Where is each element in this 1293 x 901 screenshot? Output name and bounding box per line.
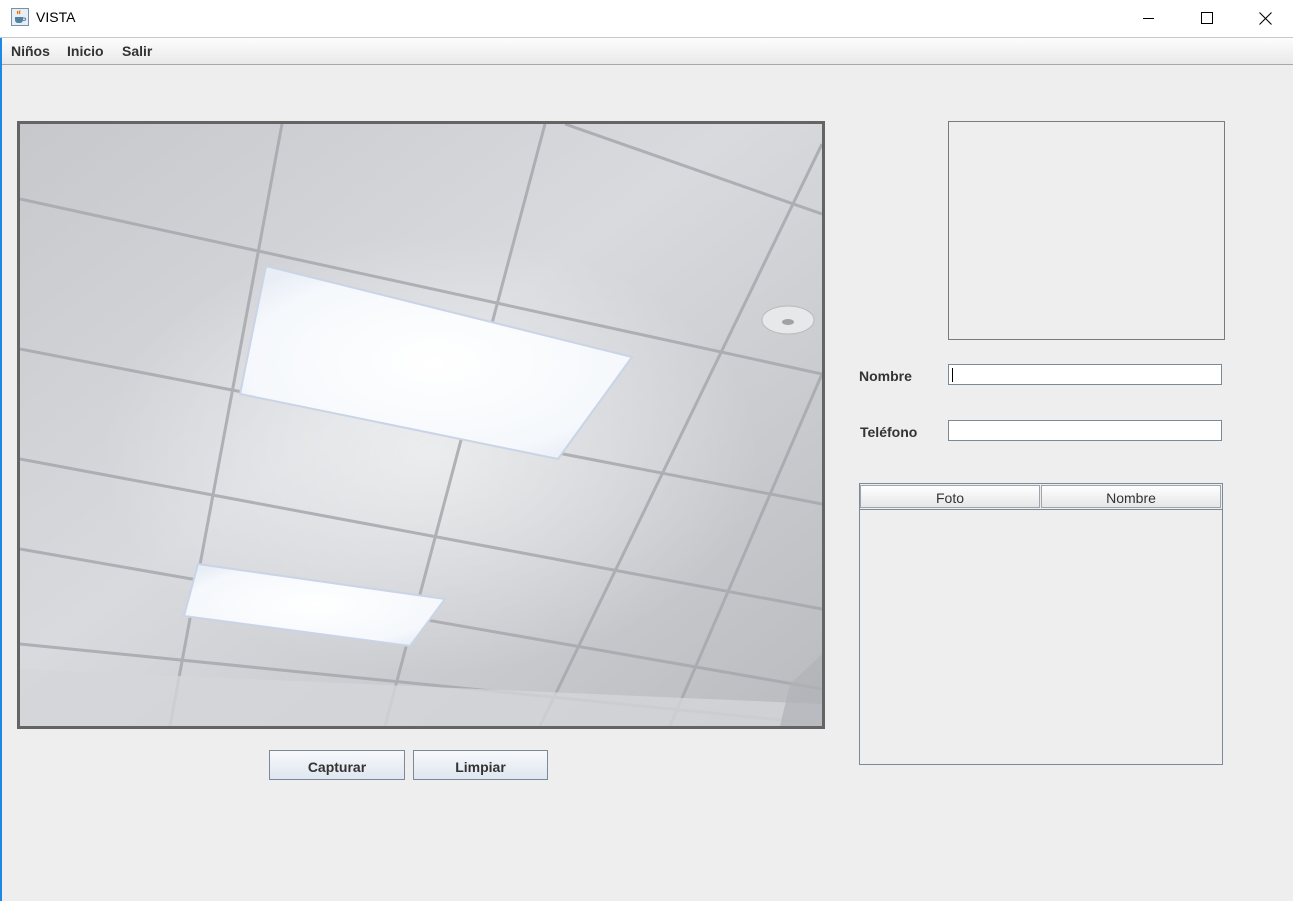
title-bar: VISTA xyxy=(0,0,1293,38)
telefono-field[interactable] xyxy=(948,420,1222,441)
nombre-label: Nombre xyxy=(859,368,912,384)
window-title: VISTA xyxy=(36,9,76,25)
telefono-label: Teléfono xyxy=(860,424,918,440)
camera-preview xyxy=(17,121,825,729)
table-header: Foto Nombre xyxy=(860,484,1222,510)
column-header-foto[interactable]: Foto xyxy=(860,485,1040,508)
window-left-border xyxy=(0,38,2,901)
close-icon xyxy=(1258,11,1272,25)
maximize-icon xyxy=(1201,12,1213,24)
java-coffee-icon xyxy=(11,8,29,26)
children-table[interactable]: Foto Nombre xyxy=(859,483,1223,765)
column-header-nombre[interactable]: Nombre xyxy=(1041,485,1221,508)
webcam-feed-image xyxy=(20,124,822,726)
capture-button[interactable]: Capturar xyxy=(269,750,405,780)
minimize-icon xyxy=(1143,18,1154,19)
photo-preview xyxy=(948,121,1225,340)
menu-ninos[interactable]: Niños xyxy=(11,43,50,59)
maximize-button[interactable] xyxy=(1178,0,1236,36)
text-caret xyxy=(952,368,953,382)
close-button[interactable] xyxy=(1236,0,1293,36)
menu-salir[interactable]: Salir xyxy=(122,43,152,59)
menu-bar: Niños Inicio Salir xyxy=(2,38,1293,65)
minimize-button[interactable] xyxy=(1120,0,1178,36)
menu-inicio[interactable]: Inicio xyxy=(67,43,104,59)
clear-button[interactable]: Limpiar xyxy=(413,750,548,780)
nombre-field[interactable] xyxy=(948,364,1222,385)
